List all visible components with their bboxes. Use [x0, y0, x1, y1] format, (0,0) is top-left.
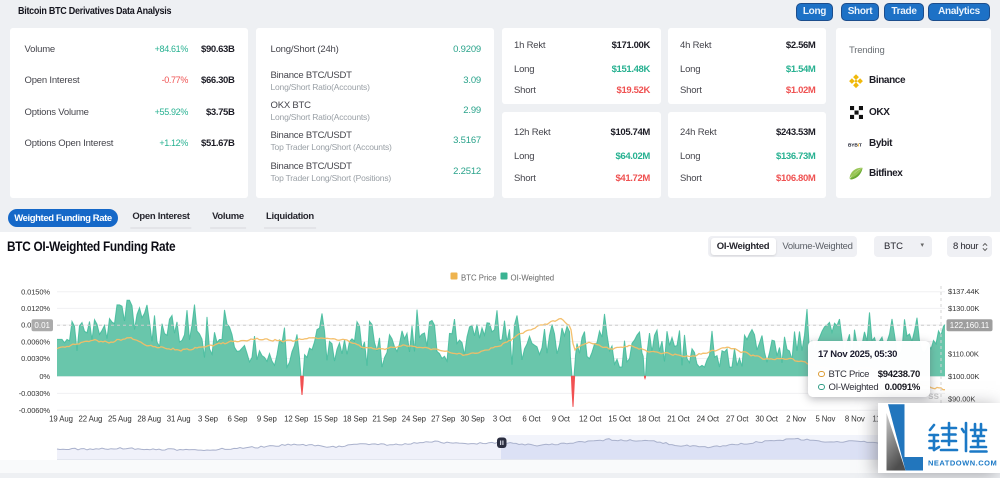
svg-text:27 Sep: 27 Sep — [431, 415, 456, 424]
svg-text:24 Sep: 24 Sep — [402, 415, 427, 424]
svg-text:0.0120%: 0.0120% — [21, 304, 50, 313]
svg-text:19 Aug: 19 Aug — [49, 415, 73, 424]
svg-text:OI-Weighted: OI-Weighted — [511, 274, 555, 283]
svg-text:-0.0030%: -0.0030% — [19, 389, 51, 398]
svg-text:0.0030%: 0.0030% — [21, 354, 50, 363]
svg-text:3 Oct: 3 Oct — [493, 415, 512, 424]
svg-text:28 Aug: 28 Aug — [137, 415, 161, 424]
svg-text:30 Sep: 30 Sep — [461, 415, 486, 424]
svg-text:5 Nov: 5 Nov — [815, 415, 835, 424]
svg-text:12 Sep: 12 Sep — [284, 415, 309, 424]
svg-text:-0.0060%: -0.0060% — [19, 406, 51, 415]
svg-text:2 Nov: 2 Nov — [786, 415, 806, 424]
svg-text:122,160.11: 122,160.11 — [950, 321, 990, 330]
svg-text:BTC Price: BTC Price — [461, 274, 497, 283]
svg-text:12 Oct: 12 Oct — [579, 415, 602, 424]
svg-text:15 Sep: 15 Sep — [314, 415, 339, 424]
svg-text:31 Aug: 31 Aug — [167, 415, 191, 424]
svg-text:0.0150%: 0.0150% — [21, 288, 50, 297]
svg-text:NEATDOWN.COM: NEATDOWN.COM — [928, 459, 997, 468]
svg-text:21 Oct: 21 Oct — [667, 415, 690, 424]
svg-text:0.01: 0.01 — [34, 321, 50, 330]
svg-text:3 Sep: 3 Sep — [198, 415, 219, 424]
svg-text:9 Sep: 9 Sep — [257, 415, 278, 424]
svg-text:9 Oct: 9 Oct — [552, 415, 571, 424]
svg-text:24 Oct: 24 Oct — [697, 415, 720, 424]
svg-text:27 Oct: 27 Oct — [726, 415, 749, 424]
svg-text:$110.00K: $110.00K — [948, 350, 979, 359]
svg-text:22 Aug: 22 Aug — [79, 415, 103, 424]
svg-text:$130.00K: $130.00K — [948, 304, 979, 313]
svg-text:21 Sep: 21 Sep — [372, 415, 397, 424]
svg-text:$137.44K: $137.44K — [948, 287, 979, 296]
svg-text:6 Sep: 6 Sep — [227, 415, 248, 424]
svg-text:0%: 0% — [39, 372, 50, 381]
svg-text:18 Sep: 18 Sep — [343, 415, 368, 424]
svg-text:30 Oct: 30 Oct — [755, 415, 778, 424]
svg-text:6 Oct: 6 Oct — [522, 415, 541, 424]
svg-text:8 Nov: 8 Nov — [845, 415, 865, 424]
svg-text:0.0060%: 0.0060% — [21, 337, 50, 346]
svg-text:18 Oct: 18 Oct — [638, 415, 661, 424]
svg-text:$100.00K: $100.00K — [948, 372, 979, 381]
svg-text:15 Oct: 15 Oct — [608, 415, 631, 424]
svg-text:25 Aug: 25 Aug — [108, 415, 132, 424]
